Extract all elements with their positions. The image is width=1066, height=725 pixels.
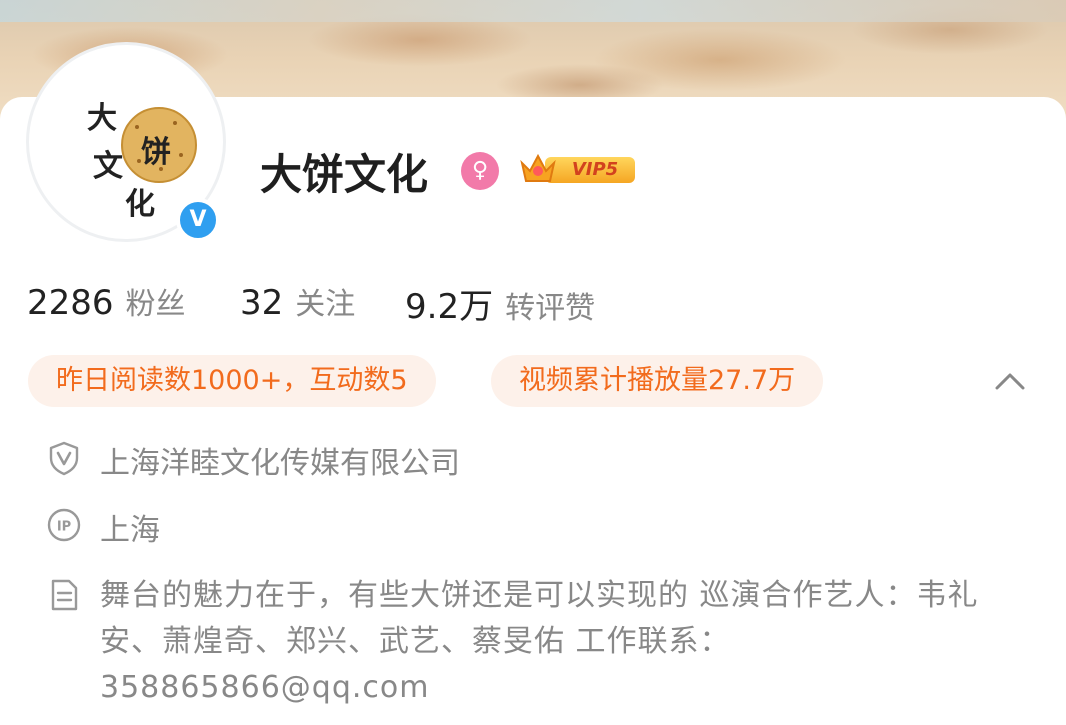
stat-label: 关注 [295, 287, 356, 322]
following-stat[interactable]: 32 关注 [240, 279, 355, 323]
verified-badge-icon[interactable]: V [176, 198, 220, 242]
document-icon [51, 579, 78, 611]
followers-stat[interactable]: 2286 粉丝 [27, 279, 186, 323]
daily-reads-pill[interactable]: 昨日阅读数1000+，互动数5 [28, 355, 436, 407]
stat-number: 32 [240, 283, 284, 323]
stat-number: 2286 [27, 283, 114, 323]
stat-number: 9.2万 [405, 287, 494, 327]
female-icon: ♀ [461, 152, 499, 190]
chevron-up-icon[interactable] [994, 368, 1026, 392]
avatar-char: 文 [93, 149, 123, 184]
avatar-char: 大 [87, 101, 117, 136]
bio-text: 舞台的魅力在于，有些大饼还是可以实现的 巡演合作艺人：韦礼安、萧煌奇、郑兴、武艺… [100, 578, 979, 705]
svg-text:IP: IP [57, 520, 71, 535]
vip-badge[interactable]: VIP5 [519, 151, 635, 185]
stat-label: 粉丝 [125, 287, 186, 322]
company-name: 上海洋睦文化传媒有限公司 [100, 446, 460, 481]
avatar-char: 化 [125, 187, 155, 222]
ip-location: 上海 [100, 513, 160, 548]
video-plays-pill[interactable]: 视频累计播放量27.7万 [491, 355, 824, 407]
ip-location-icon: IP [47, 508, 81, 542]
profile-name: 大饼文化 [260, 150, 429, 199]
shield-v-icon [49, 441, 79, 476]
vip-level-label: VIP5 [545, 157, 635, 183]
avatar-char: 饼 [141, 135, 171, 170]
engagement-stat[interactable]: 9.2万 转评赞 [405, 279, 595, 328]
crown-icon [520, 153, 556, 182]
stat-label: 转评赞 [505, 291, 596, 326]
